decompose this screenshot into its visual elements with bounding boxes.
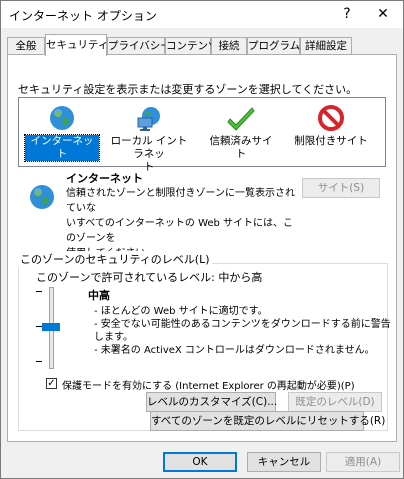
tab-advanced[interactable]: 詳細設定 [300,37,352,55]
title-bar: インターネット オプション ? ✕ [1,1,403,28]
cancel-button[interactable]: キャンセル [247,452,321,472]
close-button[interactable]: ✕ [369,3,397,25]
tab-connections[interactable]: 接続 [211,37,247,55]
zone-local-intranet-label-1: ローカル イントラネッ [110,135,188,160]
security-panel: セキュリティ設定を表示または変更するゾーンを選択してください。 インターネット [7,54,397,442]
tab-general[interactable]: 全般 [7,37,45,55]
allowed-levels-text: このゾーンで許可されているレベル: 中から高 [36,271,263,284]
security-level-slider-thumb[interactable] [42,323,60,331]
zone-description-line-1: 信頼されたゾーンと制限付きゾーンに一覧表示されていな [66,188,295,214]
sites-button[interactable]: サイト(S) [302,178,380,198]
globe-icon [30,185,54,209]
zone-description-line-2: いすべてのインターネットの Web サイトには、このゾーンを [66,218,294,244]
protected-mode-label: 保護モードを有効にする (Internet Explorer の再起動が必要)(… [62,381,355,392]
tab-security[interactable]: セキュリティ [45,34,108,56]
level-bullet: - 未署名の ActiveX コントロールはダウンロードされません。 [94,345,375,356]
zone-internet-label: インターネット [24,134,100,162]
protected-mode-checkbox[interactable]: ✓ [46,378,57,389]
zone-description: 信頼されたゾーンと制限付きゾーンに一覧表示されていな いすべてのインターネットの… [66,186,298,261]
zone-trusted-sites[interactable]: 信頼済みサイト [203,104,279,161]
default-level-button[interactable]: 既定のレベル(D) [288,392,382,412]
zone-list[interactable]: インターネット ローカル イントラネッ ト 信頼済みサイト 制限付きサイト [18,97,386,173]
network-computer-icon [137,107,160,131]
level-bullet: - ほとんどの Web サイトに適切です。 [94,306,268,317]
globe-icon [50,106,74,130]
level-description: - ほとんどの Web サイトに適切です。 - 安全でない可能性のあるコンテンツ… [94,305,396,357]
level-name: 中高 [88,289,110,302]
apply-button[interactable]: 適用(A) [326,452,400,472]
zone-local-intranet[interactable]: ローカル イントラネッ ト [107,104,191,174]
zone-trusted-label: 信頼済みサイト [209,135,273,160]
help-button[interactable]: ? [333,3,361,25]
red-no-icon [318,105,344,131]
tab-privacy[interactable]: プライバシー [107,37,171,55]
tab-content[interactable]: コンテンツ [165,37,219,55]
internet-options-dialog: インターネット オプション ? ✕ 全般 セキュリティ プライバシー コンテンツ… [0,0,404,479]
zone-restricted-sites[interactable]: 制限付きサイト [291,104,371,148]
slider-tick [36,291,42,292]
zone-restricted-label: 制限付きサイト [294,135,368,147]
zone-local-intranet-label-2: ト [143,161,155,173]
window-title: インターネット オプション [9,9,157,23]
tab-programs[interactable]: プログラム [247,37,300,55]
custom-level-button[interactable]: レベルのカスタマイズ(C)... [146,392,277,412]
reset-all-zones-button[interactable]: すべてのゾーンを既定のレベルにリセットする(R) [150,411,385,431]
security-level-group-title: このゾーンのセキュリティのレベル(L) [18,251,212,267]
zone-prompt: セキュリティ設定を表示または変更するゾーンを選択してください。 [18,83,358,96]
ok-button[interactable]: OK [163,452,237,472]
slider-tick [36,361,42,362]
green-check-icon [227,107,255,131]
zone-internet[interactable]: インターネット [24,104,100,162]
zone-title: インターネット [66,172,143,185]
level-bullet: - 安全でない可能性のあるコンテンツをダウンロードする前に警告します。 [94,319,391,343]
